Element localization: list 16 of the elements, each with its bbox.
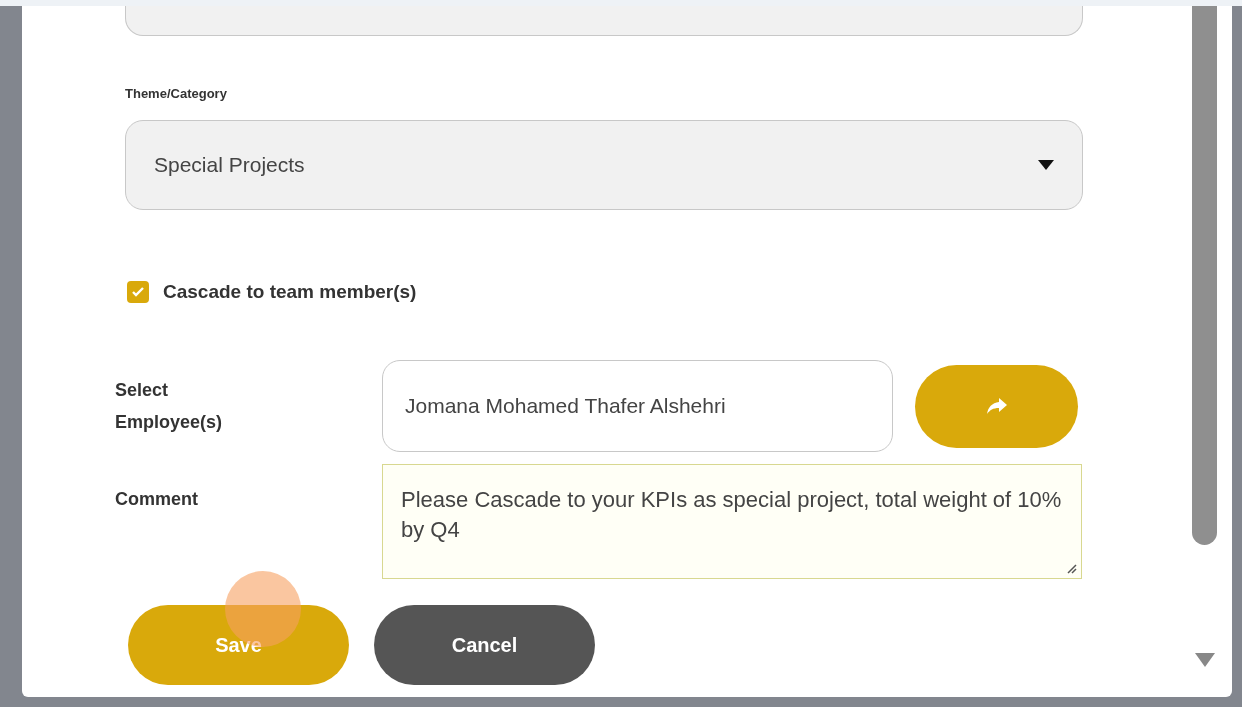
employee-field[interactable]: Jomana Mohamed Thafer Alshehri [382, 360, 893, 452]
scrollbar-thumb[interactable] [1192, 6, 1217, 545]
comment-textarea[interactable]: Please Cascade to your KPIs as special project, total weight of 10% by Q4 [382, 464, 1082, 579]
check-icon [131, 284, 145, 299]
scroll-down-arrow-icon[interactable] [1194, 653, 1215, 667]
checkbox-label: Cascade to team member(s) [163, 279, 417, 304]
field-label: Select Employee(s) [115, 379, 224, 434]
category-dropdown[interactable]: Special Projects [125, 119, 1083, 210]
field-label: Theme/Category [125, 85, 228, 103]
forward-arrow-icon [986, 398, 1007, 414]
resize-handle-icon [1065, 562, 1077, 574]
field-label: Comment [115, 488, 199, 511]
checkbox[interactable] [127, 280, 149, 303]
cancel-button[interactable]: Cancel [374, 605, 595, 685]
caret-icon [1038, 159, 1054, 170]
input-field[interactable] [125, 6, 1083, 36]
